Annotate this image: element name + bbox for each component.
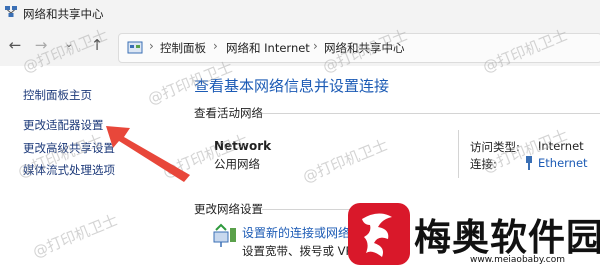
- chevron-right-icon: ›: [213, 39, 218, 53]
- setup-new-connection-description: 设置宽带、拨号或 VPN: [242, 244, 362, 258]
- change-settings-heading: 更改网络设置: [194, 202, 263, 216]
- setup-new-connection-link[interactable]: 设置新的连接或网络: [242, 224, 350, 241]
- ethernet-icon: [526, 156, 532, 170]
- network-name: Network: [214, 139, 272, 153]
- breadcrumb-network-sharing-center[interactable]: 网络和共享中心: [324, 40, 405, 56]
- breadcrumb-network-internet[interactable]: 网络和 Internet: [226, 40, 310, 56]
- chevron-right-icon: ›: [149, 39, 154, 53]
- chevron-down-icon[interactable]: ⌄: [60, 36, 78, 54]
- chevron-right-icon: ›: [313, 39, 318, 53]
- divider: [262, 113, 600, 114]
- network-center-icon: [5, 6, 17, 17]
- divider: [262, 209, 352, 210]
- divider: [458, 130, 459, 178]
- page-title: 查看基本网络信息并设置连接: [194, 77, 390, 95]
- network-setup-icon: [213, 223, 236, 247]
- window-title: 网络和共享中心: [23, 7, 104, 21]
- watermark-text: @打印机卫士: [300, 135, 391, 187]
- brand-name: 梅奥软件园: [414, 216, 600, 259]
- sidebar-item-media-streaming-options[interactable]: 媒体流式处理选项: [23, 162, 115, 178]
- arrow-right-icon[interactable]: →: [32, 36, 50, 54]
- control-panel-icon: [127, 41, 143, 54]
- brand-url: www.meiaobaby.com: [470, 255, 566, 265]
- sidebar-item-control-panel-home[interactable]: 控制面板主页: [23, 87, 92, 103]
- brand-logo-icon: [348, 203, 410, 265]
- sidebar-item-change-advanced-sharing[interactable]: 更改高级共享设置: [23, 140, 115, 156]
- active-networks-heading: 查看活动网络: [194, 106, 263, 120]
- address-bar[interactable]: › 控制面板 › 网络和 Internet › 网络和共享中心: [118, 33, 600, 63]
- network-type: 公用网络: [214, 157, 260, 171]
- access-type-value: Internet: [538, 139, 584, 153]
- title-bar: 网络和共享中心: [0, 0, 600, 26]
- breadcrumb-control-panel[interactable]: 控制面板: [160, 40, 206, 56]
- arrow-left-icon[interactable]: ←: [6, 36, 24, 54]
- access-type-label: 访问类型:: [470, 140, 520, 154]
- watermark-text: @打印机卫士: [30, 210, 121, 262]
- connection-label: 连接:: [470, 157, 497, 171]
- arrow-up-icon[interactable]: ↑: [88, 36, 106, 54]
- ethernet-link[interactable]: Ethernet: [538, 156, 588, 170]
- sidebar-item-change-adapter-settings[interactable]: 更改适配器设置: [23, 117, 104, 133]
